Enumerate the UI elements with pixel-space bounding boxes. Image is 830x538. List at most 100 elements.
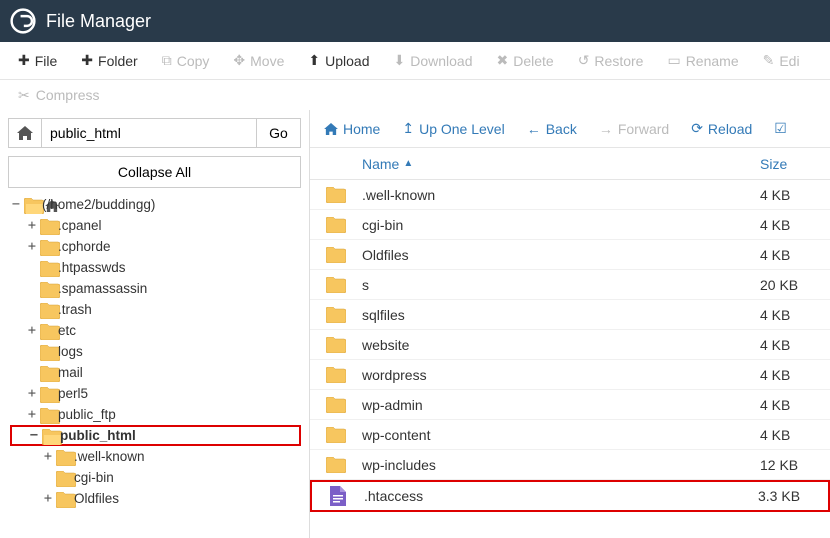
file-row[interactable]: Oldfiles4 KB	[310, 240, 830, 270]
tree-item[interactable]: + Oldfiles	[10, 488, 301, 509]
column-name[interactable]: Name▲	[310, 156, 760, 172]
file-name: website	[362, 337, 760, 353]
file-name: wp-admin	[362, 397, 760, 413]
tree-toggle[interactable]: +	[42, 446, 54, 467]
download-button[interactable]: ⬇Download	[383, 46, 482, 75]
file-name: wordpress	[362, 367, 760, 383]
file-list-header: Name▲ Size	[310, 148, 830, 180]
tree-item[interactable]: .htpasswds	[10, 257, 301, 278]
folder-icon	[310, 217, 362, 233]
file-row[interactable]: s20 KB	[310, 270, 830, 300]
column-size[interactable]: Size	[760, 156, 830, 172]
file-size: 4 KB	[760, 397, 830, 413]
folder-icon	[56, 471, 72, 484]
back-button[interactable]: ←Back	[527, 121, 577, 137]
rename-button[interactable]: ▭Rename	[657, 46, 748, 75]
tree-item[interactable]: mail	[10, 362, 301, 383]
select-all-button[interactable]: ☑	[774, 120, 787, 137]
tree-label: .cphorde	[58, 236, 111, 257]
file-row[interactable]: wp-includes12 KB	[310, 450, 830, 480]
home-button[interactable]	[8, 118, 42, 148]
new-folder-button[interactable]: ✚Folder	[71, 46, 147, 75]
tree-item[interactable]: cgi-bin	[10, 467, 301, 488]
folder-open-icon	[42, 429, 58, 442]
plus-icon: ✚	[18, 52, 30, 69]
tree-toggle[interactable]: +	[26, 215, 38, 236]
file-row[interactable]: sqlfiles4 KB	[310, 300, 830, 330]
tree-item[interactable]: + .cphorde	[10, 236, 301, 257]
file-name: wp-includes	[362, 457, 760, 473]
folder-icon	[310, 307, 362, 323]
back-arrow-icon: ←	[527, 121, 541, 137]
file-row[interactable]: wordpress4 KB	[310, 360, 830, 390]
tree-item[interactable]: +.cpanel	[10, 215, 301, 236]
folder-icon	[56, 450, 72, 463]
edit-button[interactable]: ✎Edi	[753, 46, 810, 75]
file-row[interactable]: cgi-bin4 KB	[310, 210, 830, 240]
move-button[interactable]: ✥Move	[223, 46, 294, 75]
tree-item[interactable]: −public_html	[10, 425, 301, 446]
file-name: .htaccess	[364, 488, 758, 504]
new-file-button[interactable]: ✚File	[8, 46, 67, 75]
folder-icon	[310, 337, 362, 353]
folder-icon	[40, 408, 56, 421]
tree-label: cgi-bin	[74, 467, 114, 488]
delete-button[interactable]: ✖Delete	[486, 46, 563, 75]
sort-asc-icon: ▲	[403, 158, 413, 169]
tree-item[interactable]: + etc	[10, 320, 301, 341]
tree-item[interactable]: +.well-known	[10, 446, 301, 467]
tree-label: etc	[58, 320, 76, 341]
file-list: .well-known4 KBcgi-bin4 KBOldfiles4 KBs2…	[310, 180, 830, 512]
tree-label: Oldfiles	[74, 488, 119, 509]
tree-item[interactable]: +public_ftp	[10, 404, 301, 425]
tree-item[interactable]: −(/home2/buddingg)	[10, 194, 301, 215]
folder-icon	[310, 367, 362, 383]
forward-button[interactable]: →Forward	[599, 121, 669, 137]
home-nav-button[interactable]: Home	[324, 121, 380, 137]
rename-icon: ▭	[667, 52, 680, 69]
delete-icon: ✖	[496, 52, 508, 69]
tree-item[interactable]: .trash	[10, 299, 301, 320]
up-one-level-button[interactable]: ↥Up One Level	[402, 120, 504, 137]
folder-icon	[40, 345, 56, 358]
upload-icon: ⬆	[308, 52, 320, 69]
file-size: 4 KB	[760, 367, 830, 383]
right-panel: Home ↥Up One Level ←Back →Forward ⟳Reloa…	[310, 110, 830, 538]
file-row[interactable]: .well-known4 KB	[310, 180, 830, 210]
upload-button[interactable]: ⬆Upload	[298, 46, 379, 75]
tree-toggle[interactable]: +	[26, 404, 38, 425]
path-input[interactable]	[42, 118, 257, 148]
file-size: 20 KB	[760, 277, 830, 293]
file-size: 12 KB	[760, 457, 830, 473]
folder-icon	[40, 282, 56, 295]
folder-icon	[40, 366, 56, 379]
restore-button[interactable]: ↺Restore	[568, 46, 654, 75]
tree-toggle[interactable]: −	[10, 194, 22, 215]
file-name: wp-content	[362, 427, 760, 443]
tree-toggle[interactable]: −	[28, 425, 40, 446]
collapse-all-button[interactable]: Collapse All	[8, 156, 301, 188]
copy-button[interactable]: ⧉Copy	[152, 46, 220, 75]
tree-label: .trash	[58, 299, 92, 320]
tree-item[interactable]: logs	[10, 341, 301, 362]
reload-button[interactable]: ⟳Reload	[691, 120, 752, 137]
move-icon: ✥	[233, 52, 245, 69]
file-row[interactable]: website4 KB	[310, 330, 830, 360]
reload-icon: ⟳	[691, 120, 703, 137]
tree-toggle[interactable]: +	[26, 236, 38, 257]
tree-item[interactable]: +perl5	[10, 383, 301, 404]
tree-toggle[interactable]: +	[26, 320, 38, 341]
tree-toggle[interactable]: +	[26, 383, 38, 404]
file-row[interactable]: wp-admin4 KB	[310, 390, 830, 420]
home-folder-icon	[24, 198, 40, 211]
file-row[interactable]: .htaccess3.3 KB	[310, 480, 830, 512]
left-panel: Go Collapse All −(/home2/buddingg)+.cpan…	[0, 110, 310, 538]
tree-toggle[interactable]: +	[42, 488, 54, 509]
file-row[interactable]: wp-content4 KB	[310, 420, 830, 450]
go-button[interactable]: Go	[257, 118, 301, 148]
folder-tree: −(/home2/buddingg)+.cpanel+.cphorde.htpa…	[8, 194, 301, 509]
tree-label: (/home2/buddingg)	[42, 194, 155, 215]
tree-item[interactable]: .spamassassin	[10, 278, 301, 299]
compress-button[interactable]: ✂Compress	[8, 83, 110, 108]
forward-arrow-icon: →	[599, 121, 613, 137]
